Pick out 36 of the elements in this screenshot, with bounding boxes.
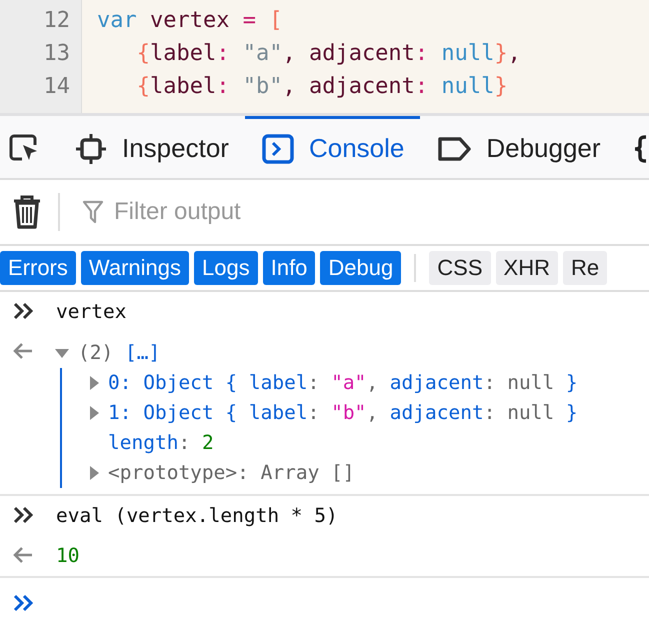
filter-field[interactable]: Filter output: [112, 197, 649, 227]
command-text: vertex: [56, 299, 126, 325]
tree-property: <prototype>: Array []: [108, 460, 355, 486]
filter-toggle[interactable]: Debug: [320, 251, 402, 285]
filter-toggle[interactable]: Warnings: [80, 251, 189, 285]
expand-triangle-icon[interactable]: [88, 465, 100, 481]
result-value: 10: [56, 543, 80, 569]
filter-toggle[interactable]: Logs: [194, 251, 258, 285]
console-icon: [260, 132, 295, 166]
code-line: {label: "a", adjacent: null},: [136, 41, 521, 66]
line-number: 12: [42, 8, 71, 33]
expand-triangle-icon[interactable]: [88, 405, 100, 421]
inspector-tab[interactable]: Inspector: [58, 116, 245, 178]
code-line: {label: "b", adjacent: null}: [136, 74, 508, 99]
tree-property: 1: Object { label: "b", adjacent: null }: [108, 400, 578, 426]
debugger-tab[interactable]: Debugger: [420, 116, 617, 178]
command-text: eval (vertex.length * 5): [56, 503, 338, 529]
tree-property: 0: Object { label: "a", adjacent: null }: [108, 370, 578, 396]
array-summary: (2) […]: [78, 340, 160, 366]
line-number: 13: [42, 41, 71, 66]
line-number: 14: [42, 74, 71, 99]
filter-toggle[interactable]: XHR: [496, 251, 558, 285]
code-line: var vertex = [: [96, 8, 282, 33]
tree-property: length: 2: [108, 430, 214, 456]
prompt-chevrons-icon[interactable]: [12, 592, 36, 612]
expand-triangle-icon[interactable]: [88, 375, 100, 391]
crosshair-box-icon: [74, 132, 108, 166]
chevrons-icon: [12, 301, 36, 321]
filter-toggle[interactable]: CSS: [429, 251, 491, 285]
funnel-icon: [82, 199, 104, 225]
chevrons-icon: [12, 505, 36, 525]
console-tab[interactable]: Console: [244, 116, 420, 178]
filter-toggle[interactable]: Re: [562, 251, 608, 285]
trash-icon: [12, 193, 42, 231]
filter-toggle[interactable]: Errors: [0, 251, 76, 285]
filter-toggle[interactable]: Info: [262, 251, 316, 285]
